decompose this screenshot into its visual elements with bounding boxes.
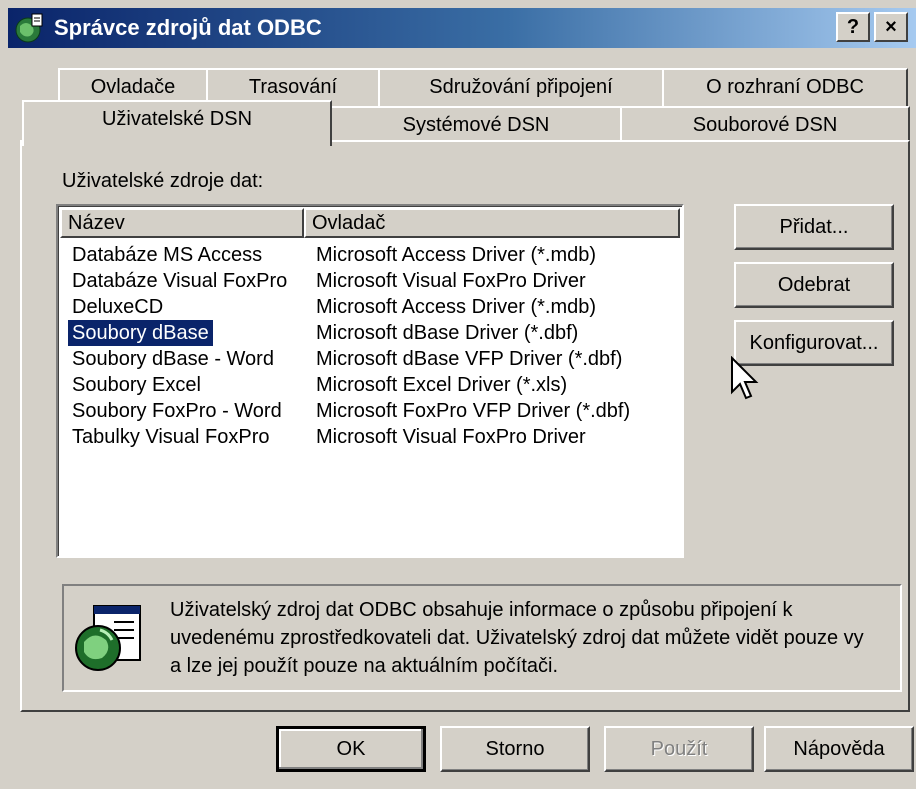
- group-label: Uživatelské zdroje dat:: [62, 170, 264, 192]
- list-item[interactable]: Databáze Visual FoxPro Microsoft Visual …: [60, 268, 680, 294]
- help-icon: ?: [846, 16, 860, 38]
- info-text: Uživatelský zdroj dat ODBC obsahuje info…: [170, 599, 864, 677]
- list-item[interactable]: Databáze MS Access Microsoft Access Driv…: [60, 242, 680, 268]
- add-button[interactable]: Přidat...: [734, 204, 894, 250]
- close-icon: ×: [885, 16, 897, 38]
- list-item-selected[interactable]: Soubory dBase Microsoft dBase Driver (*.…: [60, 319, 680, 347]
- dsn-list[interactable]: Název Ovladač Databáze MS Access Microso…: [56, 204, 684, 558]
- tab-o-rozhrani-odbc[interactable]: O rozhraní ODBC: [662, 68, 908, 106]
- window-title: Správce zdrojů dat ODBC: [54, 15, 322, 40]
- help-button[interactable]: Nápověda: [764, 726, 914, 772]
- list-item[interactable]: Soubory FoxPro - Word Microsoft FoxPro V…: [60, 398, 680, 424]
- column-header-ovladac[interactable]: Ovladač: [304, 208, 680, 238]
- tab-systemove-dsn[interactable]: Systémové DSN: [330, 106, 622, 144]
- mouse-cursor-icon: [731, 356, 759, 400]
- list-item[interactable]: Soubory Excel Microsoft Excel Driver (*.…: [60, 372, 680, 398]
- info-globe-icon: [75, 605, 141, 671]
- column-header-nazev[interactable]: Název: [60, 208, 304, 238]
- close-title-button[interactable]: ×: [874, 12, 908, 42]
- tab-souborove-dsn[interactable]: Souborové DSN: [620, 106, 910, 144]
- list-item[interactable]: Soubory dBase - Word Microsoft dBase VFP…: [60, 346, 680, 372]
- help-title-button[interactable]: ?: [836, 12, 870, 42]
- cancel-button[interactable]: Storno: [440, 726, 590, 772]
- list-item[interactable]: DeluxeCD Microsoft Access Driver (*.mdb): [60, 294, 680, 320]
- tab-uzivatelske-dsn[interactable]: Uživatelské DSN: [22, 100, 332, 146]
- ok-button[interactable]: OK: [276, 726, 426, 772]
- odbc-globe-icon: [15, 13, 43, 43]
- remove-button[interactable]: Odebrat: [734, 262, 894, 308]
- apply-button[interactable]: Použít: [604, 726, 754, 772]
- list-item[interactable]: Tabulky Visual FoxPro Microsoft Visual F…: [60, 424, 680, 450]
- tab-sdruzovani-pripojeni[interactable]: Sdružování připojení: [378, 68, 664, 106]
